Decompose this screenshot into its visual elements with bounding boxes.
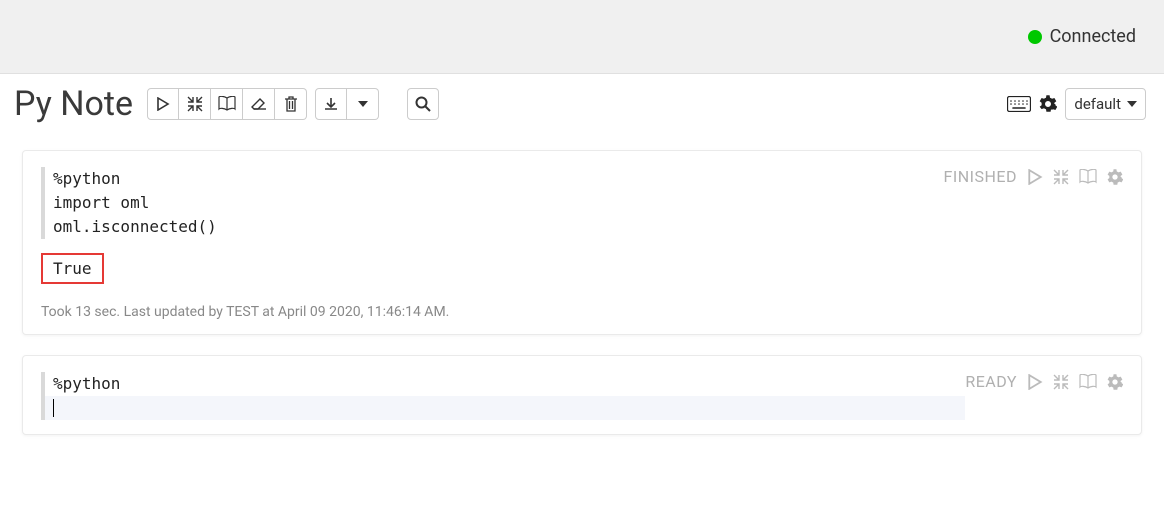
top-bar: Connected bbox=[0, 0, 1164, 74]
paragraph: %python import oml oml.isconnected() FIN… bbox=[22, 150, 1142, 335]
export-dropdown-button[interactable] bbox=[347, 88, 379, 120]
toolbar: Py Note bbox=[0, 74, 1164, 134]
connection-status-label: Connected bbox=[1050, 26, 1136, 47]
paragraph-toolbar: READY bbox=[965, 372, 1123, 391]
collapse-icon bbox=[1053, 169, 1069, 185]
paragraph: %python READY bbox=[22, 355, 1142, 435]
status-dot-icon bbox=[1028, 30, 1042, 44]
keyboard-shortcuts-button[interactable] bbox=[1007, 96, 1031, 112]
search-icon bbox=[415, 96, 431, 112]
interpreter-label: default bbox=[1074, 95, 1121, 113]
search-button[interactable] bbox=[407, 88, 439, 120]
code-editor[interactable]: %python import oml oml.isconnected() bbox=[41, 167, 944, 239]
toggle-output-button[interactable] bbox=[1079, 169, 1097, 185]
book-icon bbox=[1079, 169, 1097, 185]
eraser-icon bbox=[251, 97, 267, 111]
collapse-icon bbox=[1053, 374, 1069, 390]
keyboard-icon bbox=[1007, 96, 1031, 112]
collapse-icon bbox=[187, 96, 203, 112]
book-icon bbox=[1079, 374, 1097, 390]
play-icon bbox=[1027, 374, 1043, 390]
cursor-icon bbox=[53, 399, 54, 417]
trash-icon bbox=[284, 96, 298, 112]
toolbar-right: default bbox=[1007, 88, 1146, 120]
download-icon bbox=[324, 97, 338, 111]
paragraph-output: True bbox=[41, 253, 104, 284]
caret-down-icon bbox=[1127, 101, 1137, 107]
collapse-paragraph-button[interactable] bbox=[1053, 374, 1069, 390]
gear-icon bbox=[1107, 169, 1123, 185]
gear-icon bbox=[1107, 374, 1123, 390]
play-icon bbox=[156, 97, 170, 111]
book-icon bbox=[218, 96, 236, 112]
export-button[interactable] bbox=[315, 88, 347, 120]
code-input-line[interactable] bbox=[41, 396, 965, 420]
paragraph-toolbar: FINISHED bbox=[944, 167, 1123, 186]
code-editor[interactable]: %python bbox=[41, 372, 965, 396]
paragraph-settings-button[interactable] bbox=[1107, 169, 1123, 185]
notebook-body: %python import oml oml.isconnected() FIN… bbox=[0, 134, 1164, 435]
show-output-button[interactable] bbox=[211, 88, 243, 120]
interpreter-select[interactable]: default bbox=[1065, 88, 1146, 120]
caret-down-icon bbox=[358, 101, 368, 107]
play-icon bbox=[1027, 169, 1043, 185]
collapse-paragraph-button[interactable] bbox=[1053, 169, 1069, 185]
gear-icon bbox=[1039, 95, 1057, 113]
toggle-output-button[interactable] bbox=[1079, 374, 1097, 390]
run-paragraph-button[interactable] bbox=[1027, 169, 1043, 185]
settings-button[interactable] bbox=[1039, 95, 1057, 113]
paragraph-status-label: FINISHED bbox=[944, 167, 1017, 186]
notebook-title[interactable]: Py Note bbox=[14, 84, 133, 124]
paragraph-meta: Took 13 sec. Last updated by TEST at Apr… bbox=[41, 304, 1123, 320]
paragraph-status-label: READY bbox=[965, 372, 1017, 391]
delete-note-button[interactable] bbox=[275, 88, 307, 120]
toolbar-group-export bbox=[315, 88, 379, 120]
clear-output-button[interactable] bbox=[243, 88, 275, 120]
paragraph-settings-button[interactable] bbox=[1107, 374, 1123, 390]
run-paragraph-button[interactable] bbox=[1027, 374, 1043, 390]
run-all-button[interactable] bbox=[147, 88, 179, 120]
collapse-all-button[interactable] bbox=[179, 88, 211, 120]
toolbar-group-main bbox=[147, 88, 307, 120]
